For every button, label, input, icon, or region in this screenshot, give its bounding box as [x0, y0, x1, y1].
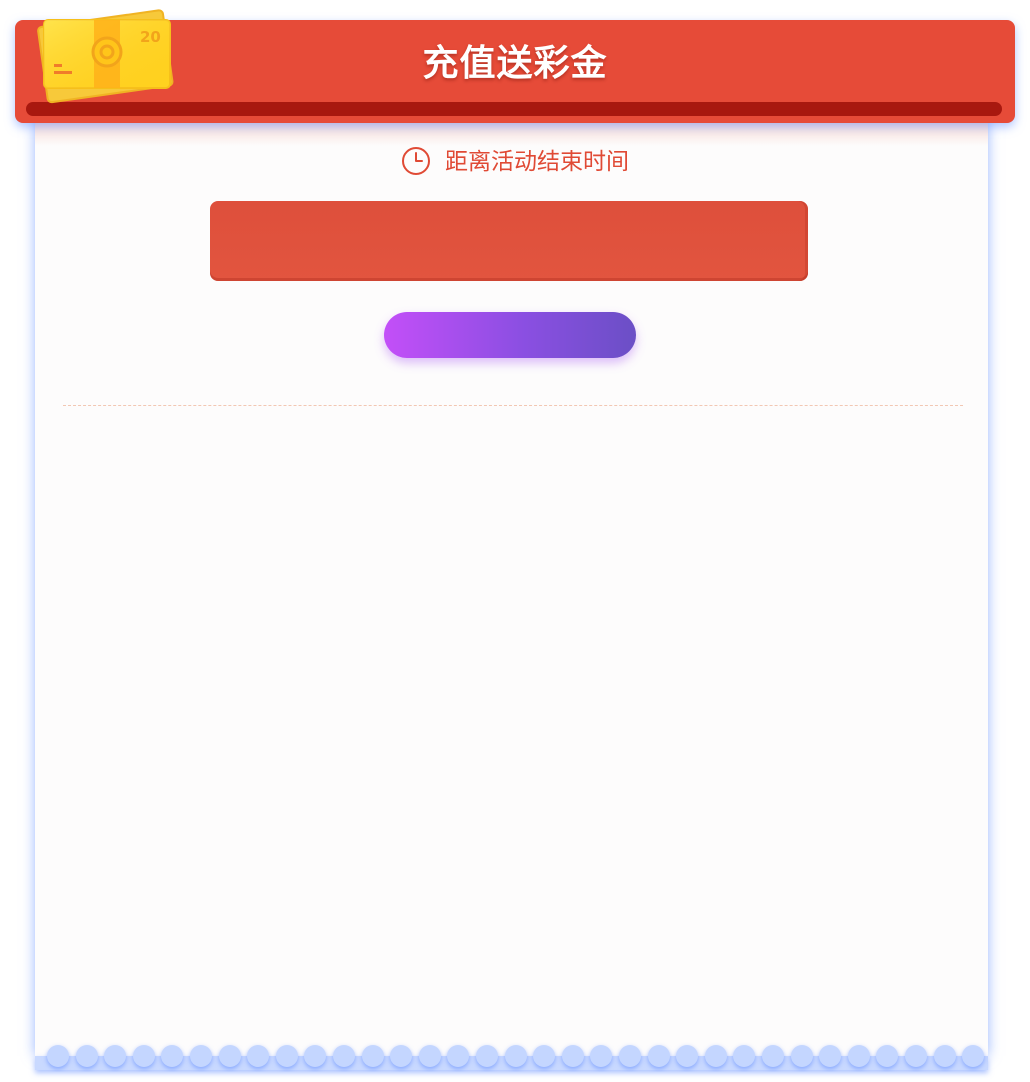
- scallop-bump: [933, 1045, 956, 1067]
- scallop-bump: [476, 1045, 498, 1067]
- scallop-bump: [762, 1045, 784, 1067]
- clock-icon: [402, 147, 430, 175]
- scallop-bump: [104, 1045, 127, 1067]
- scallop-bump: [962, 1045, 985, 1067]
- scallop-bump: [275, 1045, 298, 1067]
- scallop-bump: [218, 1045, 241, 1067]
- scallop-bump: [47, 1045, 69, 1067]
- header-slot: [26, 102, 1002, 116]
- section-divider: [63, 405, 963, 406]
- countdown-label: 距离活动结束时间: [445, 148, 629, 174]
- scallop-bump: [504, 1045, 527, 1067]
- scallop-bump: [733, 1045, 756, 1067]
- countdown-header: 距离活动结束时间: [0, 144, 1030, 178]
- scallop-bump: [819, 1045, 842, 1067]
- scallop-bump: [361, 1045, 384, 1067]
- money-bills-icon: 20: [37, 9, 174, 104]
- scallop-bump: [647, 1045, 670, 1067]
- scallop-bump: [418, 1045, 441, 1067]
- countdown-timer-box: [210, 201, 808, 281]
- scallop-bump: [704, 1045, 727, 1067]
- scallop-bump: [132, 1045, 155, 1067]
- scallop-bump: [676, 1045, 699, 1067]
- scallop-bump: [333, 1045, 355, 1067]
- scallop-bump: [905, 1045, 927, 1067]
- scallop-bump: [561, 1045, 584, 1067]
- scallop-bump: [390, 1045, 413, 1067]
- scallop-bump: [161, 1045, 184, 1067]
- scallop-bump: [75, 1045, 98, 1067]
- scallop-bump: [590, 1045, 613, 1067]
- scallop-bump: [533, 1045, 556, 1067]
- scallop-bump: [247, 1045, 270, 1067]
- bill-denomination: 20: [140, 28, 161, 46]
- scallop-bump: [304, 1045, 327, 1067]
- scallop-bump: [847, 1045, 870, 1067]
- scallop-bump: [619, 1045, 641, 1067]
- action-button[interactable]: [384, 312, 636, 358]
- scalloped-bottom-border: [35, 1042, 988, 1072]
- scallop-bump: [447, 1045, 470, 1067]
- scallop-bump: [876, 1045, 899, 1067]
- page-root: 充值送彩金 20 距离活动结束时间: [0, 0, 1030, 1082]
- scallop-bump: [190, 1045, 212, 1067]
- scallop-bump: [790, 1045, 813, 1067]
